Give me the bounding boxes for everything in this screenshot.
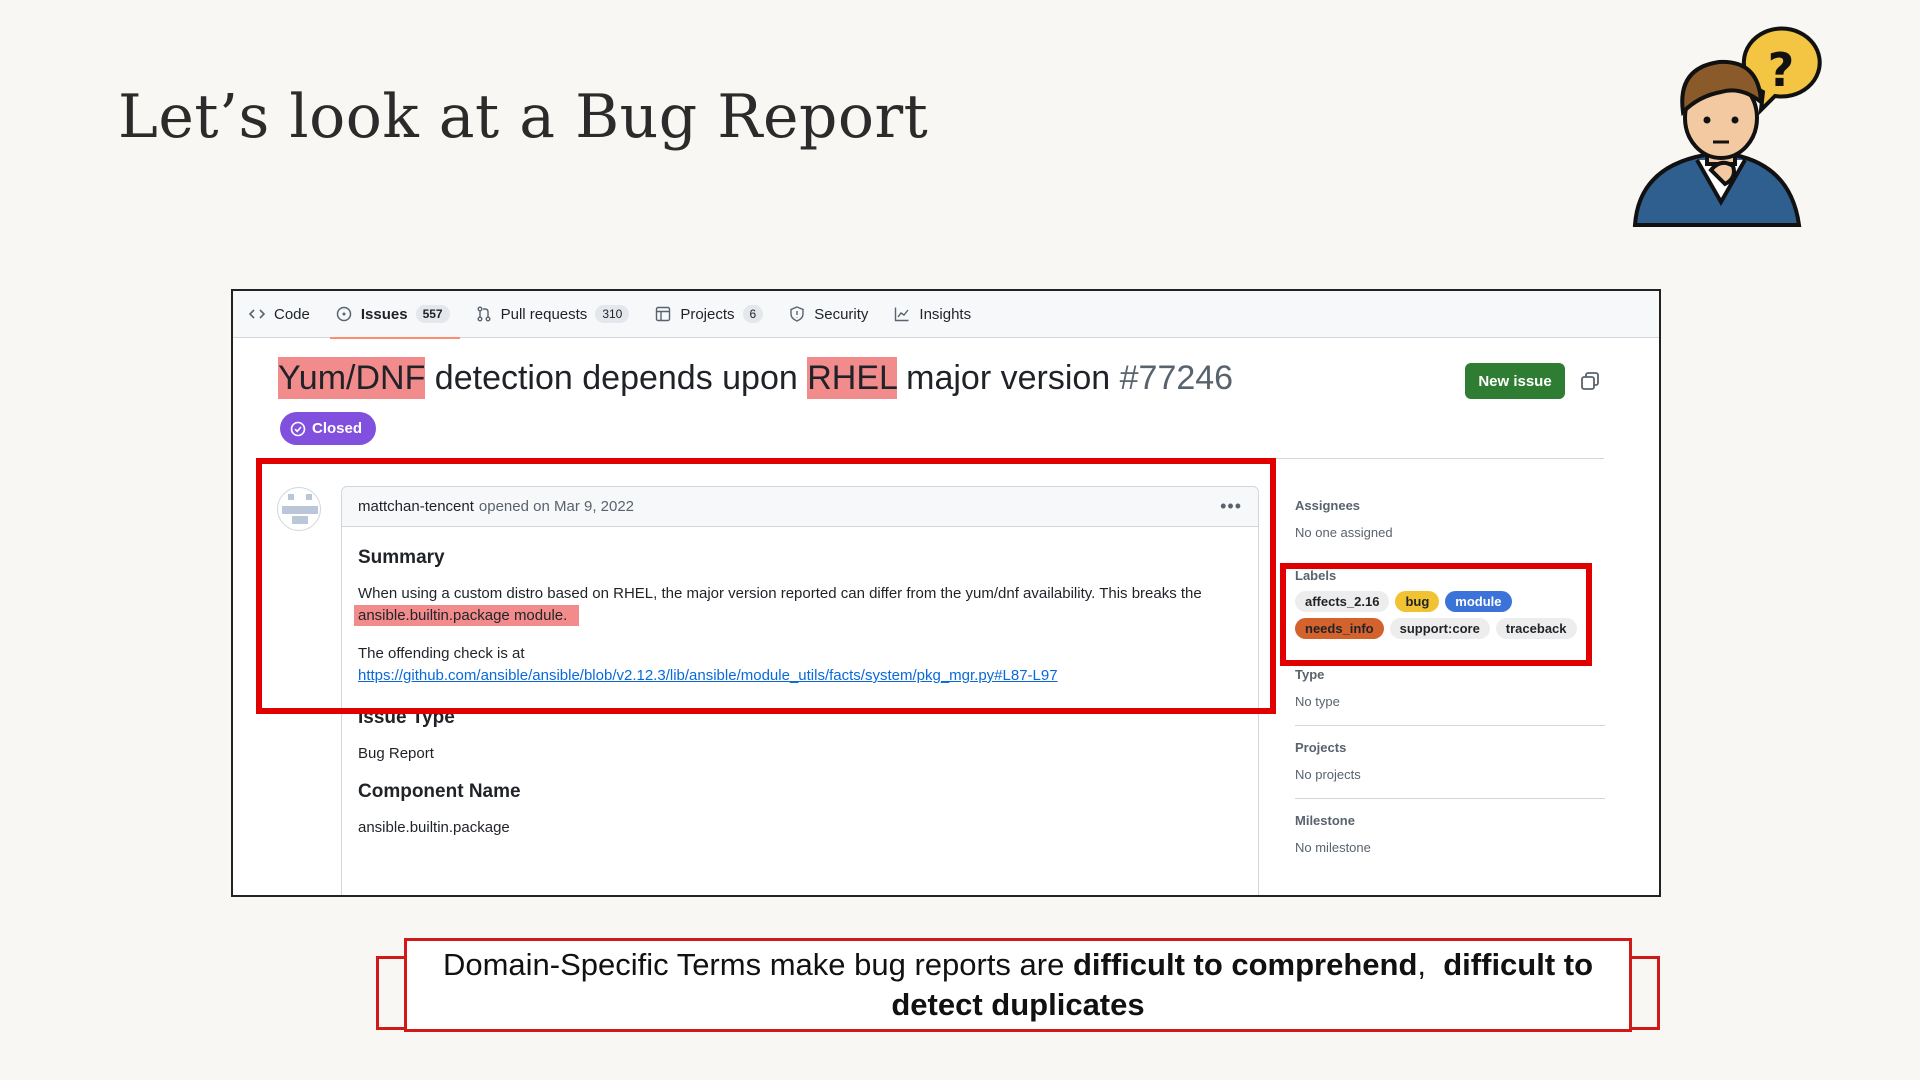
tab-issues[interactable]: Issues 557 [329, 291, 460, 339]
title-end: major version [896, 359, 1111, 397]
assignees-heading[interactable]: Assignees [1295, 498, 1605, 513]
new-issue-button[interactable]: New issue [1465, 363, 1565, 399]
assignees-value: No one assigned [1295, 525, 1393, 540]
issue-type-value: Bug Report [358, 745, 434, 762]
issue-sidebar: Assignees No one assigned Labels affects… [1295, 486, 1605, 885]
issue-title: Yum/DNF detection depends upon RHEL majo… [278, 357, 1234, 399]
type-section: Type No type [1295, 667, 1605, 726]
issue-icon [336, 306, 352, 322]
component-value: ansible.builtin.package [358, 819, 510, 836]
tab-code[interactable]: Code [249, 291, 310, 338]
graph-icon [894, 306, 910, 322]
labels-highlight-box [1280, 563, 1592, 666]
check-circle-icon [290, 421, 306, 436]
tab-insights[interactable]: Insights [894, 291, 971, 338]
type-heading[interactable]: Type [1295, 667, 1605, 682]
tab-security[interactable]: Security [789, 291, 868, 338]
pull-request-icon [476, 306, 492, 322]
milestone-heading[interactable]: Milestone [1295, 813, 1605, 828]
caption: Domain-Specific Terms make bug reports a… [404, 938, 1632, 1032]
tab-projects[interactable]: Projects 6 [655, 291, 764, 338]
projects-heading[interactable]: Projects [1295, 740, 1605, 755]
title-middle: detection depends upon [425, 359, 808, 397]
title-highlight-yum-dnf: Yum/DNF [278, 357, 426, 399]
copy-icon[interactable] [1579, 370, 1601, 392]
tab-pull-requests[interactable]: Pull requests 310 [476, 291, 630, 338]
tab-code-label: Code [274, 305, 310, 323]
issue-number: #77246 [1119, 359, 1234, 397]
caption-bold-comprehend: difficult to comprehend [1072, 947, 1418, 982]
projects-value: No projects [1295, 767, 1361, 782]
milestone-section: Milestone No milestone [1295, 813, 1605, 871]
projects-count: 6 [742, 305, 764, 323]
milestone-value: No milestone [1295, 840, 1371, 855]
table-icon [655, 306, 671, 322]
tab-pull-requests-label: Pull requests [500, 305, 588, 323]
tab-issues-label: Issues [360, 305, 408, 323]
status-badge: Closed [280, 412, 377, 445]
code-icon [249, 306, 265, 322]
repo-tabs: Code Issues 557 Pull requests 310 Projec… [233, 291, 1659, 339]
thinking-person-icon: ? [1632, 26, 1822, 227]
svg-text:?: ? [1768, 43, 1795, 97]
caption-text: Domain-Specific Terms make bug reports a… [407, 945, 1629, 1025]
comment-highlight-box [256, 458, 1276, 714]
title-highlight-rhel: RHEL [807, 357, 897, 399]
tab-insights-label: Insights [919, 305, 972, 323]
tab-security-label: Security [814, 305, 869, 323]
caption-plain: Domain-Specific Terms make bug reports a… [442, 947, 1073, 982]
tab-projects-label: Projects [680, 305, 735, 323]
assignees-section: Assignees No one assigned [1295, 498, 1605, 556]
projects-section: Projects No projects [1295, 740, 1605, 799]
type-value: No type [1295, 694, 1340, 709]
issues-count: 557 [415, 305, 450, 323]
shield-icon [789, 306, 805, 322]
status-label: Closed [312, 420, 363, 437]
slide-title: Let’s look at a Bug Report [118, 82, 929, 152]
pull-requests-count: 310 [595, 305, 630, 323]
component-heading: Component Name [358, 781, 521, 802]
caption-separator: , [1417, 947, 1444, 982]
